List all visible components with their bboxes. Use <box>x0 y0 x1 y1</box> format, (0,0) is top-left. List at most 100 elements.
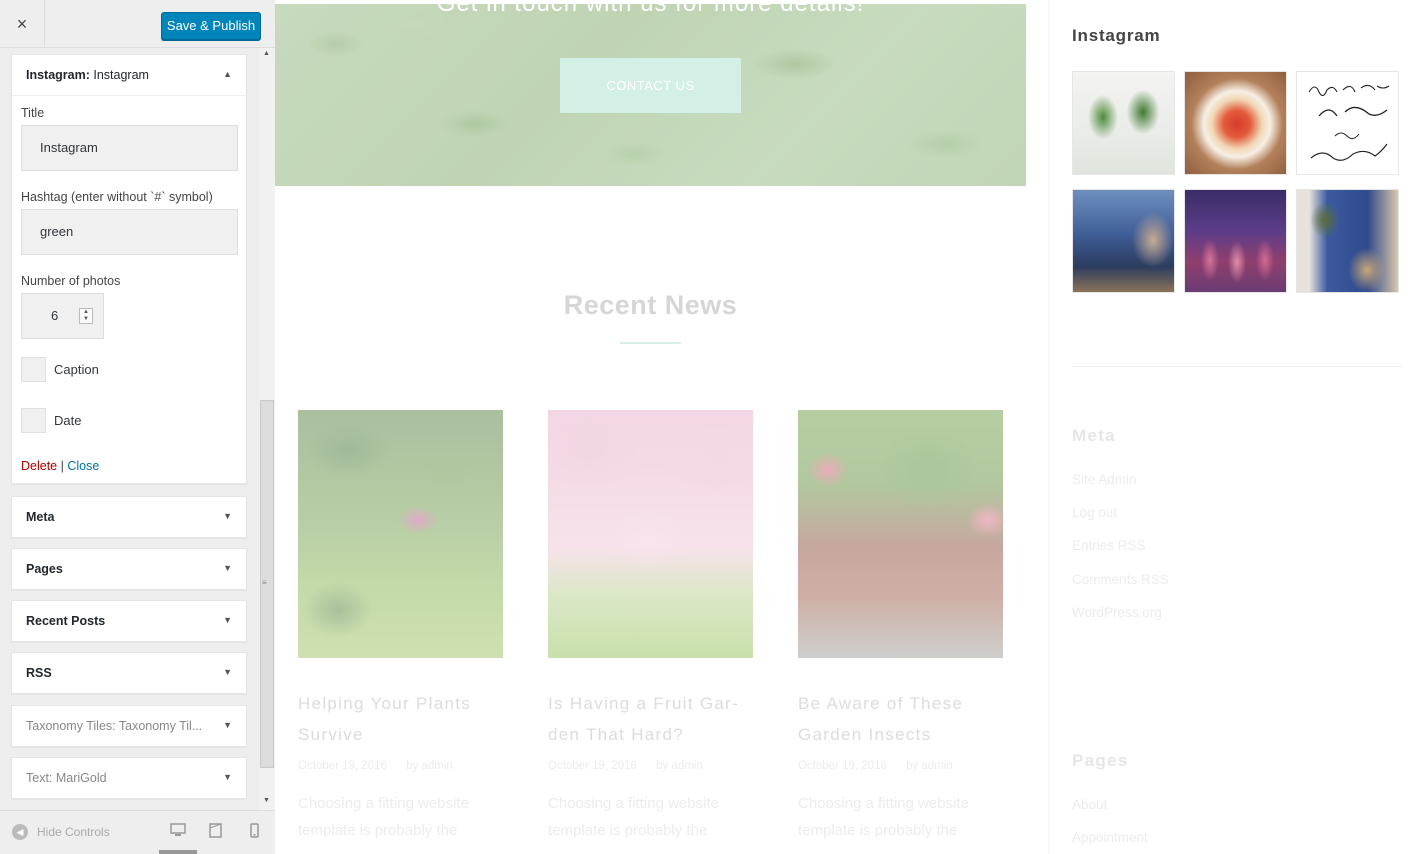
hashtag-field[interactable]: green <box>21 209 238 255</box>
post-meta: October 19, 2016 by admin <box>298 760 503 772</box>
preview-sidebar: Instagram Meta Site Admin Log out Entrie… <box>1048 0 1419 854</box>
pages-widget-header[interactable]: Pages ▼ <box>12 549 246 589</box>
date-checkbox[interactable] <box>21 408 46 433</box>
site-preview: Get in touch with us for more details! C… <box>275 0 1419 854</box>
chevron-down-icon[interactable]: ▼ <box>223 667 232 677</box>
taxonomy-tiles-widget[interactable]: Taxonomy Tiles: Taxonomy Til... ▼ <box>11 705 247 747</box>
heading-divider <box>620 342 681 344</box>
pages-widget-title: Pages <box>1072 751 1129 770</box>
instagram-widget-title: Instagram <box>1072 26 1161 45</box>
text-widget[interactable]: Text: MariGold ▼ <box>11 757 247 799</box>
post-date[interactable]: October 19, 2016 <box>548 760 637 772</box>
widget-subtitle: Instagram <box>89 68 149 82</box>
caption-label: Caption <box>54 362 99 377</box>
post-author[interactable]: by admin <box>406 760 453 772</box>
pages-widget[interactable]: Pages ▼ <box>11 548 247 590</box>
chevron-down-icon[interactable]: ▼ <box>223 772 232 782</box>
customizer-header: × Save & Publish <box>0 0 275 48</box>
customizer-panel: × Save & Publish Instagram: Instagram ▲ … <box>0 0 275 854</box>
page-link[interactable]: About <box>1072 797 1107 812</box>
date-label: Date <box>54 413 82 428</box>
post-thumbnail[interactable] <box>298 410 503 658</box>
post-author[interactable]: by admin <box>906 760 953 772</box>
widget-actions: Delete | Close <box>21 459 237 473</box>
page-link[interactable]: Appointment <box>1072 830 1148 845</box>
post-excerpt: Choosing a fitting website template is p… <box>798 795 969 839</box>
instagram-widget-header[interactable]: Instagram: Instagram ▲ <box>12 55 246 95</box>
resize-grip-icon[interactable]: ≡ <box>262 578 267 587</box>
date-option: Date <box>21 408 237 433</box>
active-device-indicator <box>159 850 197 854</box>
tablet-preview-icon[interactable] <box>209 823 222 841</box>
instagram-photo[interactable] <box>1184 71 1287 175</box>
post-thumbnail[interactable] <box>548 410 753 658</box>
delete-link[interactable]: Delete <box>21 459 57 473</box>
recent-posts-widget[interactable]: Recent Posts ▼ <box>11 600 247 642</box>
save-publish-button[interactable]: Save & Publish <box>161 12 261 40</box>
customizer-footer: ◀ Hide Controls <box>0 810 275 854</box>
taxonomy-tiles-widget-header[interactable]: Taxonomy Tiles: Taxonomy Til... ▼ <box>12 706 246 746</box>
instagram-photo[interactable] <box>1184 189 1287 293</box>
post-meta: October 19, 2016 by admin <box>548 760 753 772</box>
post-title[interactable]: Be Aware of These Garden Insects <box>798 688 1003 750</box>
meta-link[interactable]: WordPress.org <box>1072 605 1162 620</box>
post-meta: October 19, 2016 by admin <box>798 760 1003 772</box>
meta-link[interactable]: Comments RSS <box>1072 572 1169 587</box>
close-link[interactable]: Close <box>67 459 99 473</box>
photo-count-stepper[interactable]: 6 ▲ ▼ <box>21 293 104 339</box>
text-widget-header[interactable]: Text: MariGold ▼ <box>12 758 246 798</box>
scroll-up-icon[interactable]: ▲ <box>263 50 270 57</box>
instagram-widget-form: Title Instagram Hashtag (enter without `… <box>12 95 246 483</box>
instagram-photo[interactable] <box>1296 71 1399 175</box>
hashtag-label: Hashtag (enter without `#` symbol) <box>21 190 213 204</box>
chevron-down-icon[interactable]: ▼ <box>223 615 232 625</box>
collapse-arrow-icon: ◀ <box>12 824 28 840</box>
widget-subtitle: MariGold <box>52 771 107 785</box>
chevron-up-icon[interactable]: ▲ <box>223 69 232 79</box>
widget-title: Meta <box>26 510 55 524</box>
chevron-down-icon[interactable]: ▼ <box>223 511 232 521</box>
recent-news-heading: Recent News <box>563 290 738 320</box>
instagram-photo[interactable] <box>1072 71 1175 175</box>
sidebar-divider <box>1072 366 1402 367</box>
widget-title: Pages <box>26 562 63 576</box>
post-title[interactable]: Helping Your Plants Survive <box>298 688 503 750</box>
caption-checkbox[interactable] <box>21 357 46 382</box>
post-date[interactable]: October 19, 2016 <box>298 760 387 772</box>
widget-title: Recent Posts <box>26 614 106 628</box>
widget-title: RSS <box>26 666 52 680</box>
post-thumbnail[interactable] <box>798 410 1003 658</box>
rss-widget[interactable]: RSS ▼ <box>11 652 247 694</box>
post-excerpt: Choosing a fitting website template is p… <box>548 795 719 839</box>
photo-count-value: 6 <box>51 308 59 323</box>
meta-link[interactable]: Entries RSS <box>1072 538 1146 553</box>
actions-separator: | <box>60 459 64 473</box>
spinner-arrows-icon[interactable]: ▲ ▼ <box>79 308 93 324</box>
photo-count-label: Number of photos <box>21 274 121 288</box>
contact-us-button[interactable]: CONTACT US <box>560 58 741 113</box>
meta-widget[interactable]: Meta ▼ <box>11 496 247 538</box>
hide-controls-label: Hide Controls <box>37 825 110 839</box>
widget-title: Instagram: <box>26 68 90 82</box>
meta-widget-header[interactable]: Meta ▼ <box>12 497 246 537</box>
post-excerpt: Choosing a fitting website template is p… <box>298 795 469 839</box>
rss-widget-header[interactable]: RSS ▼ <box>12 653 246 693</box>
meta-link[interactable]: Site Admin <box>1072 472 1137 487</box>
meta-link[interactable]: Log out <box>1072 505 1117 520</box>
desktop-preview-icon[interactable] <box>170 823 186 840</box>
chevron-down-icon[interactable]: ▼ <box>223 720 232 730</box>
title-label: Title <box>21 106 45 120</box>
widget-title: Text: <box>26 771 53 785</box>
instagram-photo[interactable] <box>1296 189 1399 293</box>
hide-controls-button[interactable]: ◀ Hide Controls <box>12 824 110 840</box>
recent-posts-widget-header[interactable]: Recent Posts ▼ <box>12 601 246 641</box>
post-title[interactable]: Is Having a Fruit Gar-den That Hard? <box>548 688 753 750</box>
post-author[interactable]: by admin <box>656 760 703 772</box>
scroll-down-icon[interactable]: ▼ <box>263 797 270 804</box>
mobile-preview-icon[interactable] <box>250 823 259 841</box>
title-field[interactable]: Instagram <box>21 125 238 171</box>
instagram-photo[interactable] <box>1072 189 1175 293</box>
close-icon[interactable]: × <box>0 0 45 48</box>
chevron-down-icon[interactable]: ▼ <box>223 563 232 573</box>
post-date[interactable]: October 19, 2016 <box>798 760 887 772</box>
